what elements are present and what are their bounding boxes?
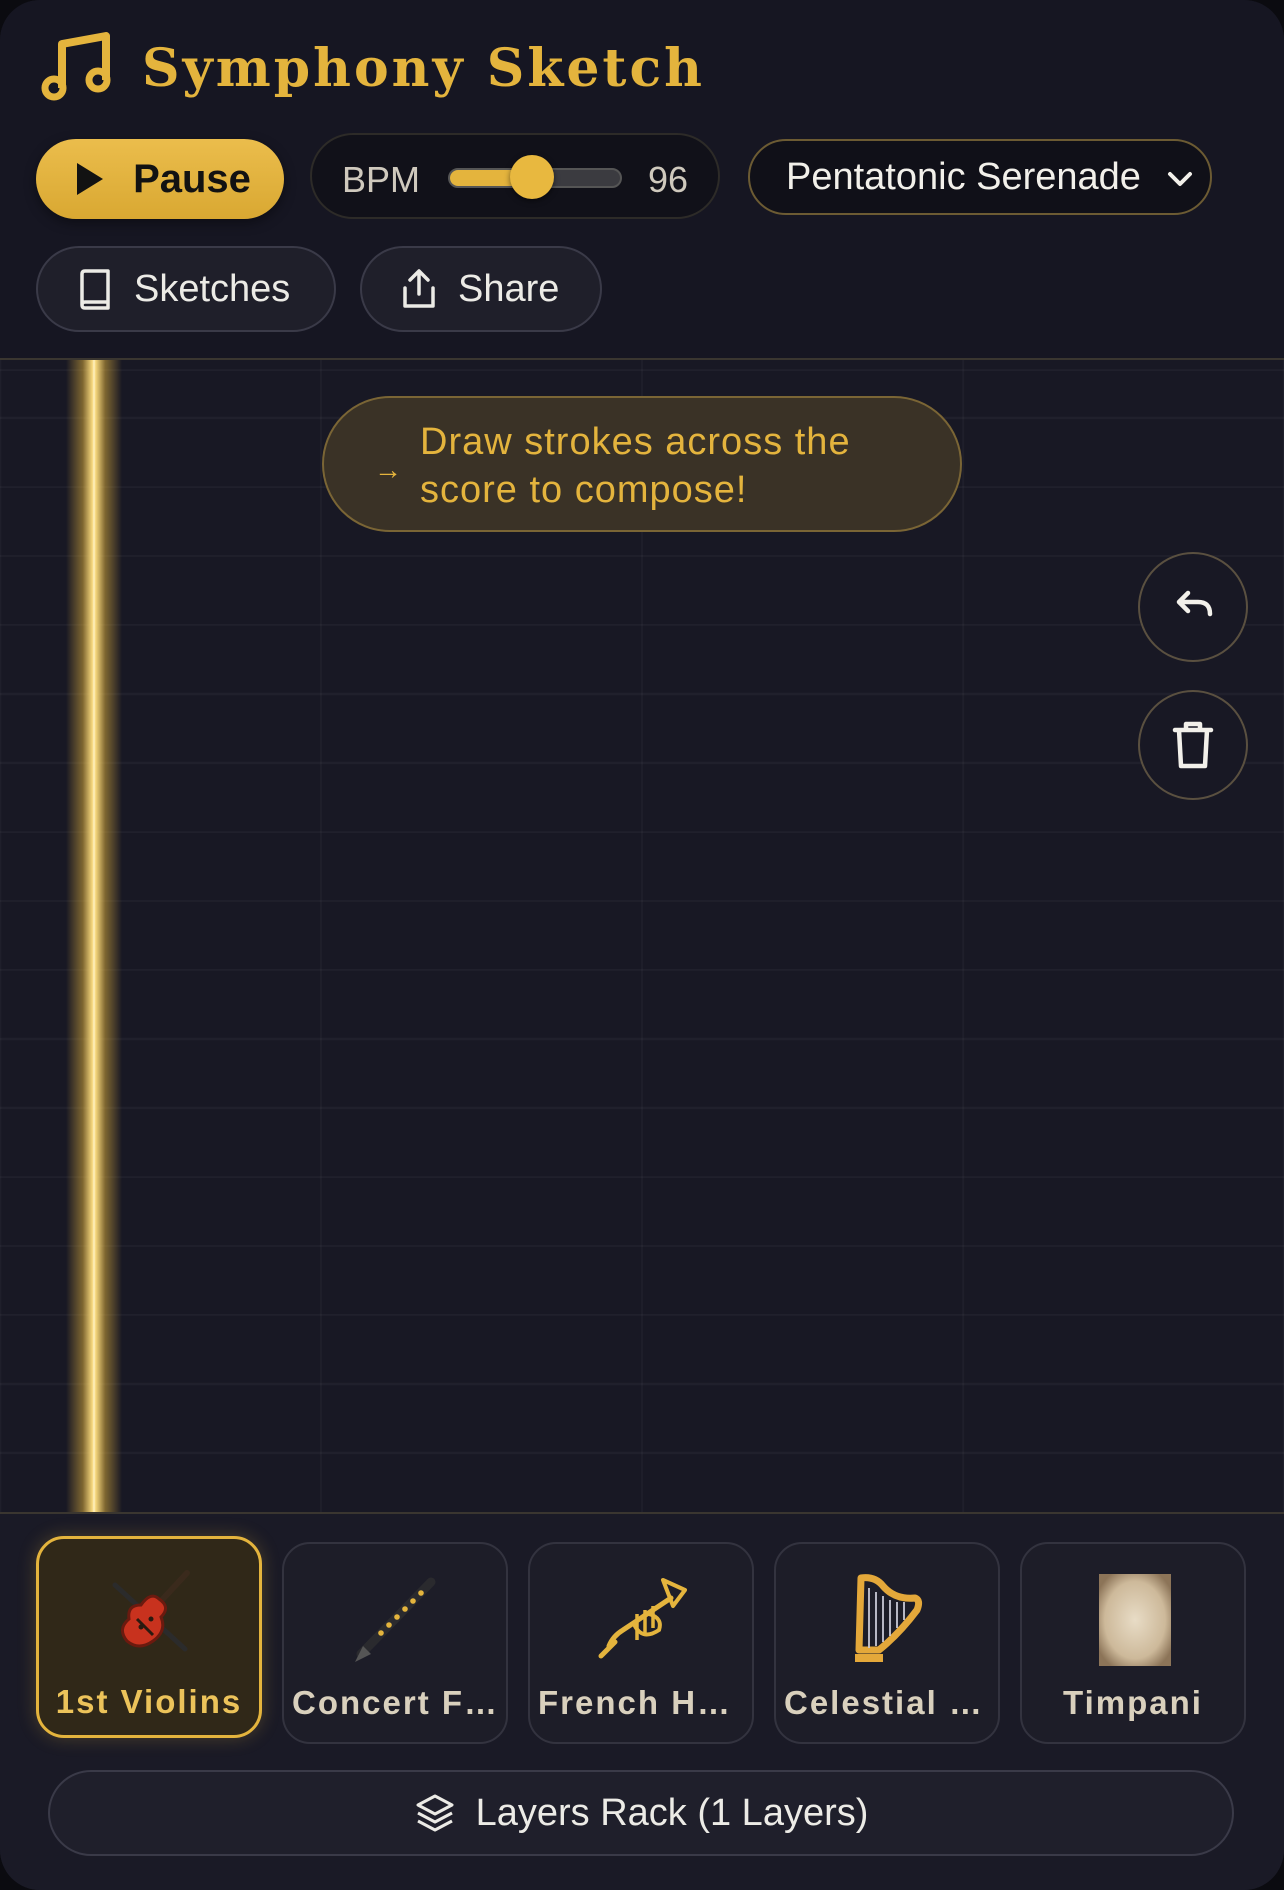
music-note-icon: [41, 32, 111, 101]
undo-icon: [1176, 590, 1213, 617]
share-icon: [403, 269, 435, 308]
preset-select[interactable]: Pentatonic Serenade: [748, 139, 1212, 215]
parchment-icon: [1099, 1574, 1171, 1666]
arrow-right-icon: →: [374, 454, 403, 485]
chevron-down-icon: [1168, 172, 1192, 186]
preset-selected-value: Pentatonic Serenade: [786, 155, 1141, 198]
play-pause-label: Pause: [133, 156, 251, 201]
undo-button[interactable]: [1138, 552, 1248, 662]
instrument-label: 1st Violins: [55, 1683, 243, 1720]
compose-hint-text: Draw strokes across the score to compose…: [420, 421, 851, 511]
app-title: Symphony Sketch: [142, 37, 705, 99]
instrument-label: Concert Flute: [292, 1684, 498, 1721]
bpm-value: 96: [648, 159, 689, 200]
instrument-label: French Horn: [538, 1684, 744, 1721]
bpm-control: BPM 96: [310, 133, 720, 219]
flute-icon: [355, 1577, 436, 1662]
layers-icon: [416, 1794, 454, 1832]
share-label: Share: [458, 267, 560, 310]
play-pause-button[interactable]: Pause: [36, 139, 284, 219]
sketches-button[interactable]: Sketches: [36, 246, 336, 332]
bpm-label: BPM: [342, 159, 421, 200]
layers-rack-label: Layers Rack (1 Layers): [475, 1791, 869, 1834]
compose-hint: → Draw strokes across the score to compo…: [322, 396, 962, 532]
app-title-row: Symphony Sketch: [40, 28, 705, 108]
clear-button[interactable]: [1138, 690, 1248, 800]
header: Symphony Sketch Pause BPM 96 Pentatonic …: [0, 0, 1284, 360]
share-button[interactable]: Share: [360, 246, 602, 332]
play-icon: [77, 163, 104, 195]
harp-icon: [855, 1574, 923, 1662]
instrument-label: Celestial Harp: [784, 1684, 990, 1721]
trash-icon: [1172, 721, 1214, 769]
instrument-card-horn[interactable]: French Horn: [528, 1542, 754, 1744]
app-root: Symphony Sketch Pause BPM 96 Pentatonic …: [0, 0, 1284, 1890]
score-canvas[interactable]: → Draw strokes across the score to compo…: [0, 360, 1284, 1512]
instrument-card-violins[interactable]: 1st Violins: [36, 1536, 262, 1738]
sketches-label: Sketches: [134, 267, 291, 310]
instrument-card-timpani[interactable]: Timpani: [1020, 1542, 1246, 1744]
bpm-slider-thumb[interactable]: [509, 155, 554, 199]
instrument-card-harp[interactable]: Celestial Harp: [774, 1542, 1000, 1744]
layers-rack-button[interactable]: Layers Rack (1 Layers): [48, 1770, 1234, 1856]
playhead[interactable]: [66, 360, 122, 1512]
horn-icon: [598, 1578, 687, 1659]
violin-icon: [112, 1570, 190, 1652]
instrument-panel: 1st Violins Concert Flute Fren: [0, 1512, 1284, 1890]
instrument-card-flute[interactable]: Concert Flute: [282, 1542, 508, 1744]
book-icon: [80, 269, 110, 310]
instrument-label: Timpani: [1063, 1684, 1203, 1721]
